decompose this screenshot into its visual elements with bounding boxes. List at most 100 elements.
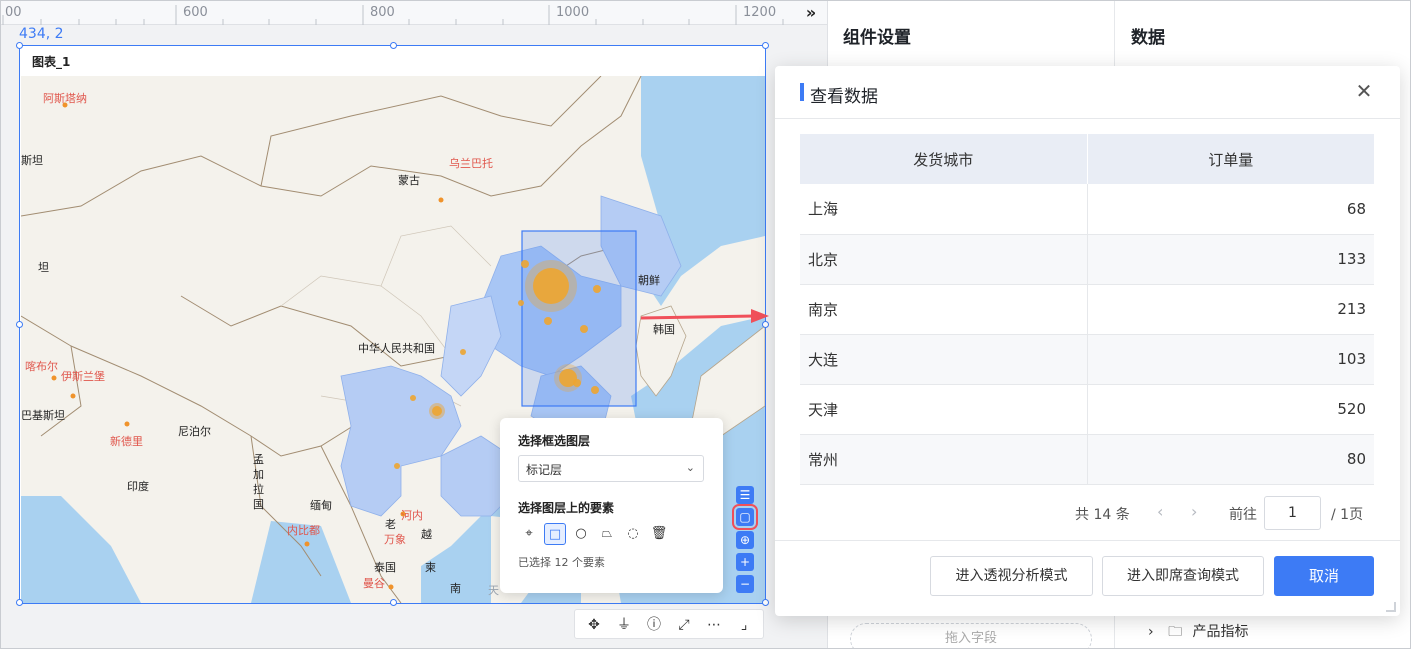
ruler-label: 1200 xyxy=(743,5,777,20)
cell-value: 133 xyxy=(1087,234,1374,285)
pagination: 共 14 条 ‹ › 前往 1 / 1页 xyxy=(775,496,1400,530)
info-icon[interactable]: ⓘ xyxy=(643,614,665,636)
map-label: 内比都 xyxy=(287,524,320,537)
more-icon[interactable]: ⋯ xyxy=(703,614,725,636)
resize-handle[interactable] xyxy=(762,599,769,606)
chart-toolbar: ✥ ⏚ ⓘ ⤢ ⋯ ⌟ xyxy=(574,609,764,639)
divider xyxy=(775,118,1400,119)
expand-icon[interactable]: ⤢ xyxy=(673,614,695,636)
folder-icon: 🗀 xyxy=(1168,624,1183,640)
collapse-panel-icon[interactable]: » xyxy=(799,3,823,23)
data-table-scroll[interactable]: 发货城市 订单量 上海 68 北京 133 南京 213 大连 103 天津 5… xyxy=(800,134,1374,544)
horizontal-ruler: 00 600 800 1000 1200 » xyxy=(1,1,827,25)
marker xyxy=(533,268,569,304)
marker xyxy=(593,285,601,293)
cancel-button[interactable]: 取消 xyxy=(1274,556,1374,596)
marker xyxy=(432,406,442,416)
rect-select-icon[interactable]: □ xyxy=(544,523,566,545)
view-data-dialog: 查看数据 ✕ 发货城市 订单量 上海 68 北京 133 南京 213 大连 1… xyxy=(775,66,1400,616)
marker xyxy=(580,325,588,333)
resize-handle[interactable] xyxy=(16,42,23,49)
app-frame: 00 600 800 1000 1200 » 434, 2 图表_1 阿斯塔纳 … xyxy=(0,0,1411,649)
marker xyxy=(394,463,400,469)
adhoc-query-button[interactable]: 进入即席查询模式 xyxy=(1102,556,1264,596)
layer-select-title: 选择框选图层 xyxy=(518,434,591,448)
lasso-select-icon[interactable]: ◌ xyxy=(622,523,644,545)
drop-field-zone[interactable]: 拖入字段 xyxy=(850,623,1092,648)
ruler-label: 00 xyxy=(5,5,22,20)
marker xyxy=(544,317,552,325)
page-input[interactable]: 1 xyxy=(1264,496,1321,530)
pivot-mode-button[interactable]: 进入透视分析模式 xyxy=(930,556,1093,596)
cell-city: 天津 xyxy=(800,384,1088,435)
map-label: 泰国 xyxy=(374,561,396,574)
polygon-select-icon[interactable]: ⏢ xyxy=(596,523,618,545)
resize-handle[interactable] xyxy=(16,599,23,606)
marker xyxy=(518,300,524,306)
cell-value: 213 xyxy=(1087,284,1374,335)
page-total: / 1页 xyxy=(1331,507,1364,523)
cell-city: 北京 xyxy=(800,234,1088,285)
resize-handle[interactable] xyxy=(390,599,397,606)
tree-item-product-metrics[interactable]: › 🗀 产品指标 xyxy=(1148,621,1249,645)
map-label: 中华人民共和国 xyxy=(358,342,435,355)
resize-handle[interactable] xyxy=(16,321,23,328)
map-label: 阿斯塔纳 xyxy=(43,92,87,105)
map-label: 斯坦 xyxy=(21,154,43,167)
map-label: 朝鲜 xyxy=(638,274,660,287)
table-row: 大连 103 xyxy=(800,334,1374,385)
chevron-right-icon[interactable]: › xyxy=(1191,502,1197,521)
map-label: 柬 xyxy=(425,561,436,574)
layer-select-value: 标记层 xyxy=(526,463,563,477)
close-icon[interactable]: ✕ xyxy=(1353,80,1375,102)
total-count: 共 14 条 xyxy=(1075,507,1130,523)
locate-icon[interactable]: ⊕ xyxy=(736,531,754,549)
filter-icon[interactable]: ⏚ xyxy=(613,614,635,636)
resize-handle[interactable] xyxy=(762,42,769,49)
layer-select[interactable]: 标记层 ⌄ xyxy=(518,455,704,482)
ruler-ticks xyxy=(2,5,784,25)
title-accent-bar xyxy=(800,83,804,101)
legend-icon[interactable]: ☰ xyxy=(736,486,754,504)
map-label: 孟 加 拉 国 xyxy=(253,453,264,511)
table-row: 北京 133 xyxy=(800,234,1374,285)
cell-value: 103 xyxy=(1087,334,1374,385)
resize-handle[interactable] xyxy=(390,42,397,49)
dialog-title: 查看数据 xyxy=(810,87,878,107)
ruler-label: 1000 xyxy=(556,5,590,20)
cell-value: 68 xyxy=(1087,184,1374,235)
map-label: 曼谷 xyxy=(363,577,385,590)
chevron-right-icon: › xyxy=(1148,624,1154,640)
circle-select-icon[interactable]: ○ xyxy=(570,523,592,545)
tree-item-label: 产品指标 xyxy=(1192,624,1249,640)
marker xyxy=(591,386,599,394)
marker xyxy=(460,349,466,355)
map-label: 新德里 xyxy=(110,435,143,448)
map-label: 越 xyxy=(421,528,432,541)
zoom-in-icon[interactable]: + xyxy=(736,553,754,571)
ruler-label: 800 xyxy=(370,5,395,20)
cell-value: 520 xyxy=(1087,384,1374,435)
table-row: 常州 80 xyxy=(800,434,1374,485)
divider xyxy=(775,540,1400,541)
design-canvas[interactable]: 00 600 800 1000 1200 » 434, 2 图表_1 阿斯塔纳 … xyxy=(1,1,827,648)
map-label: 印度 xyxy=(127,480,149,493)
resize-grip-icon[interactable] xyxy=(1386,602,1396,612)
chart-title: 图表_1 xyxy=(32,55,71,69)
box-select-icon[interactable]: ▢ xyxy=(732,504,758,530)
marker xyxy=(521,260,529,268)
marker xyxy=(410,395,416,401)
map-label: 伊斯兰堡 xyxy=(61,370,105,383)
move-icon[interactable]: ✥ xyxy=(583,614,605,636)
table-row: 南京 213 xyxy=(800,284,1374,335)
ruler-label: 600 xyxy=(183,5,208,20)
marker xyxy=(573,379,581,387)
zoom-out-icon[interactable]: − xyxy=(736,575,754,593)
cell-city: 大连 xyxy=(800,334,1088,385)
trash-icon[interactable]: 🗑 xyxy=(648,523,670,545)
pointer-arrow xyxy=(641,309,769,323)
component-settings-heading: 组件设置 xyxy=(843,28,911,48)
chevron-left-icon[interactable]: ‹ xyxy=(1157,502,1163,521)
point-select-icon[interactable]: ⌖ xyxy=(518,523,540,545)
fit-icon[interactable]: ⌟ xyxy=(733,614,755,636)
